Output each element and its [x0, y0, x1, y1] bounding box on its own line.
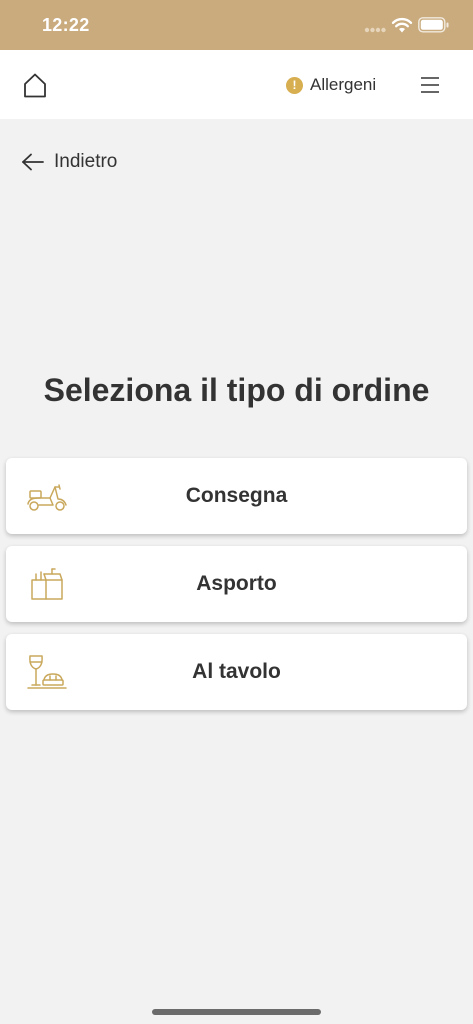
option-takeaway[interactable]: Asporto [6, 546, 467, 622]
back-link[interactable]: Indietro [21, 149, 117, 175]
home-icon[interactable] [20, 71, 50, 99]
option-table[interactable]: Al tavolo [6, 634, 467, 710]
cellular-signal-icon [364, 27, 386, 33]
app-header: ! Allergeni [0, 50, 473, 119]
page-title: Seleziona il tipo di ordine [43, 372, 430, 408]
option-delivery-label: Consegna [185, 484, 288, 507]
status-bar: 12:22 [0, 0, 473, 50]
option-delivery[interactable]: Consegna [6, 458, 467, 534]
wifi-icon [391, 17, 413, 33]
option-table-label: Al tavolo [192, 660, 281, 683]
option-takeaway-label: Asporto [196, 572, 277, 595]
exclamation-icon: ! [286, 76, 303, 94]
battery-icon [418, 17, 449, 33]
hamburger-menu-icon[interactable] [418, 74, 442, 96]
allergens-button[interactable]: ! Allergeni [286, 73, 376, 97]
status-time: 12:22 [42, 15, 90, 35]
arrow-left-icon [22, 153, 44, 171]
home-indicator [152, 1009, 321, 1015]
allergens-label: Allergeni [310, 75, 377, 94]
back-label: Indietro [54, 151, 118, 172]
